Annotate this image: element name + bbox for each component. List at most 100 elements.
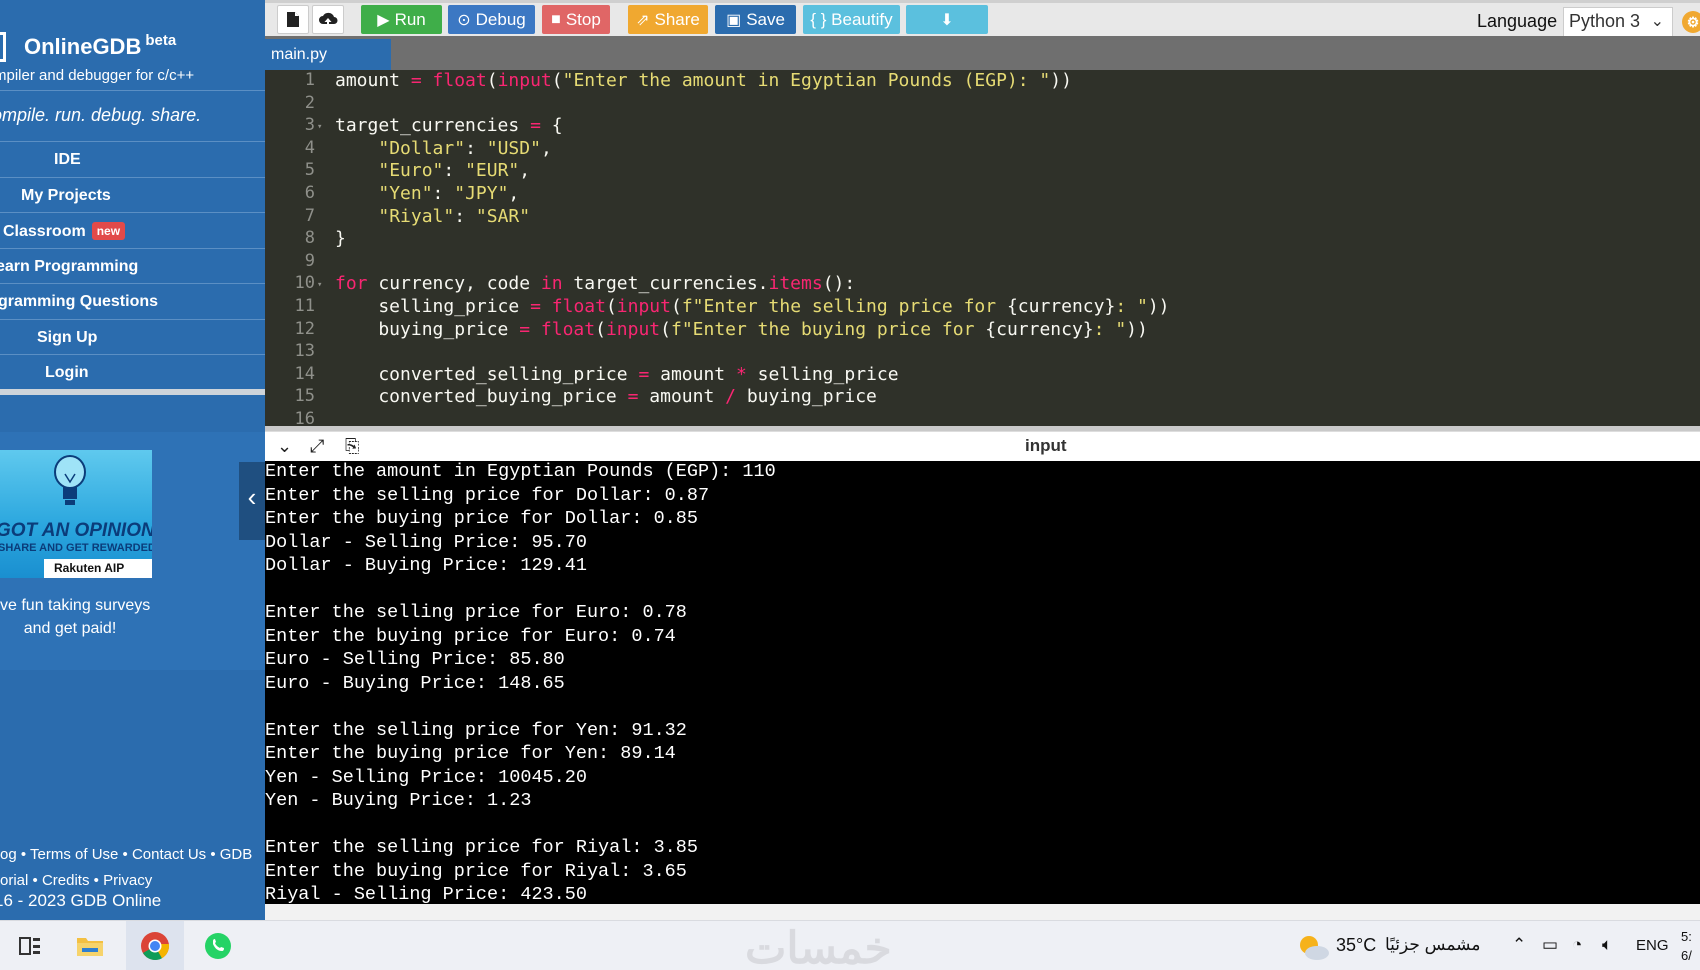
download-button[interactable]: ⬇ [906,5,988,34]
console-line: Enter the selling price for Riyal: 3.85 [265,837,698,858]
sidebar-item-login[interactable]: Login [0,355,265,391]
footer-link-blog[interactable]: og [0,846,17,863]
toolbar: ▶ Run ⊙ Debug ■ Stop ⇗ Share ▣ Save { } Beaut… [265,0,1700,37]
sidebar-item-sign-up[interactable]: Sign Up [0,320,265,355]
console-line: Enter the amount in Egyptian Pounds (EGP… [265,461,776,482]
tab-main-py[interactable]: main.py [265,39,391,70]
cloud-upload-icon [319,12,338,27]
line-number: 6 [304,183,315,203]
ad-text: ve fun taking surveys and get paid! [0,597,151,637]
input-language[interactable]: ENG [1636,937,1669,954]
advertisement[interactable]: GOT AN OPINION? SHARE AND GET REWARDED. … [0,432,265,670]
copyright: 16 - 2023 GDB Online [0,891,162,910]
code-line[interactable]: amount = float(input("Enter the amount i… [335,70,1072,91]
logo-icon [0,32,6,62]
sidebar-item-classroom[interactable]: Classroom new [0,213,265,249]
lightbulb-icon [54,455,86,505]
code-line[interactable]: "Dollar": "USD", [335,138,551,159]
task-view-button[interactable] [10,921,50,970]
sidebar-item-programming-questions[interactable]: gramming Questions [0,284,265,320]
whatsapp-icon [205,933,231,959]
task-view-icon [19,937,40,955]
footer-link-terms[interactable]: Terms of Use [30,846,118,863]
code-line[interactable]: "Riyal": "SAR" [335,206,530,227]
console-line: Euro - Selling Price: 85.80 [265,649,565,670]
console-output[interactable]: Enter the amount in Egyptian Pounds (EGP… [265,461,1700,904]
footer-link-privacy[interactable]: Privacy [103,872,152,889]
line-number: 12 [294,318,315,339]
code-line[interactable]: "Euro": "EUR", [335,160,530,181]
output-title: input [1025,436,1067,455]
chrome-button[interactable] [126,921,184,970]
chevron-up-icon[interactable]: ⌃ [1512,935,1526,955]
language-select[interactable]: Python 3 ⌄ [1563,7,1673,37]
ad-brand-logo: Rakuten AIP [44,559,152,578]
file-icon [287,12,299,27]
battery-icon[interactable]: ▭ [1542,935,1558,955]
line-number: 1 [304,70,315,90]
sidebar-item-my-projects[interactable]: My Projects [0,178,265,213]
sidebar-item-ide[interactable]: IDE [0,142,265,178]
code-line[interactable]: for currency, code in target_currencies.… [335,273,855,294]
collapse-icon[interactable]: ⌄ [277,436,292,457]
upload-button[interactable] [312,5,344,34]
save-button[interactable]: ▣ Save [715,5,796,34]
footer-link-credits[interactable]: Credits [42,872,90,889]
sidebar-collapse-button[interactable]: ‹ [239,462,265,540]
output-footer [265,904,1700,920]
chevron-left-icon: ‹ [247,482,257,512]
wifi-icon[interactable]: ◔ [1572,935,1582,955]
share-button[interactable]: ⇗ Share [628,5,708,34]
stop-button[interactable]: ■ Stop [542,5,610,34]
debug-icon: ⊙ [457,11,471,29]
beta-badge: beta [145,32,177,49]
code-line[interactable]: buying_price = float(input(f"Enter the b… [335,319,1148,340]
settings-icon[interactable]: ⚙ [1682,11,1700,33]
line-number: 2 [304,92,315,113]
sidebar: OnlineGDB beta mpiler and debugger for c/… [0,0,265,920]
ad-subheadline: SHARE AND GET REWARDED. [0,542,152,554]
whatsapp-button[interactable] [198,921,238,970]
line-number: 5 [304,160,315,181]
run-button[interactable]: ▶ Run [361,5,442,34]
fold-arrow-icon[interactable]: ▾ [317,122,322,132]
line-number: 4 [304,137,315,158]
console-line: Enter the buying price for Yen: 89.14 [265,743,676,764]
line-number: 10 [294,273,315,294]
code-line[interactable]: target_currencies = { [335,115,563,136]
debug-button[interactable]: ⊙ Debug [448,5,535,34]
console-line: Yen - Selling Price: 10045.20 [265,766,587,788]
ad-headline: GOT AN OPINION? [0,520,152,541]
line-number: 16 [294,409,315,426]
console-line: Riyal - Selling Price: 423.50 [265,884,587,904]
footer-link-gdb[interactable]: GDB [220,846,253,863]
volume-icon[interactable]: 🔈︎ [1602,935,1612,955]
file-explorer-button[interactable] [70,921,110,970]
taskbar: خمسات 35°C مشمس جزئيًا ⌃ ▭ ◔ 🔈︎ ENG 5: 6/ [0,920,1700,970]
line-number-gutter: 1 2 3 ▾ 4 5 6 7 8 9 10 ▾ 11 12 13 14 15 16 [265,70,323,426]
new-badge: new [91,222,126,240]
sidebar-item-learn-programming[interactable]: earn Programming [0,249,265,284]
code-line[interactable]: converted_selling_price = amount * selli… [335,364,898,385]
line-number: 14 [294,363,315,384]
play-icon: ▶ [377,11,390,29]
code-editor[interactable]: 1 2 3 ▾ 4 5 6 7 8 9 10 ▾ 11 12 13 14 15 16 amount = float… [265,70,1700,426]
console-line: Enter the selling price for Dollar: 0.87 [265,484,710,506]
brand[interactable]: OnlineGDB beta mpiler and debugger for c/… [0,10,265,90]
clock[interactable]: 5: 6/ [1681,927,1692,965]
footer-link-tutorial[interactable]: orial [0,872,28,889]
ad-banner[interactable]: GOT AN OPINION? SHARE AND GET REWARDED. … [0,450,152,578]
fold-arrow-icon[interactable]: ▾ [317,280,322,290]
copy-icon[interactable]: ⎘ [345,436,359,457]
code-line[interactable]: } [335,228,346,249]
beautify-button[interactable]: { } Beautify [803,5,900,34]
expand-icon[interactable]: ⤢ [310,436,324,457]
footer-link-contact[interactable]: Contact Us [132,846,206,863]
code-line[interactable]: converted_buying_price = amount / buying… [335,386,877,407]
new-file-button[interactable] [277,5,309,34]
code-line[interactable]: selling_price = float(input(f"Enter the … [335,296,1169,317]
code-line[interactable]: "Yen": "JPY", [335,183,519,204]
line-number: 8 [304,228,315,249]
sidebar-divider [0,389,265,395]
console-line: Euro - Buying Price: 148.65 [265,672,565,694]
